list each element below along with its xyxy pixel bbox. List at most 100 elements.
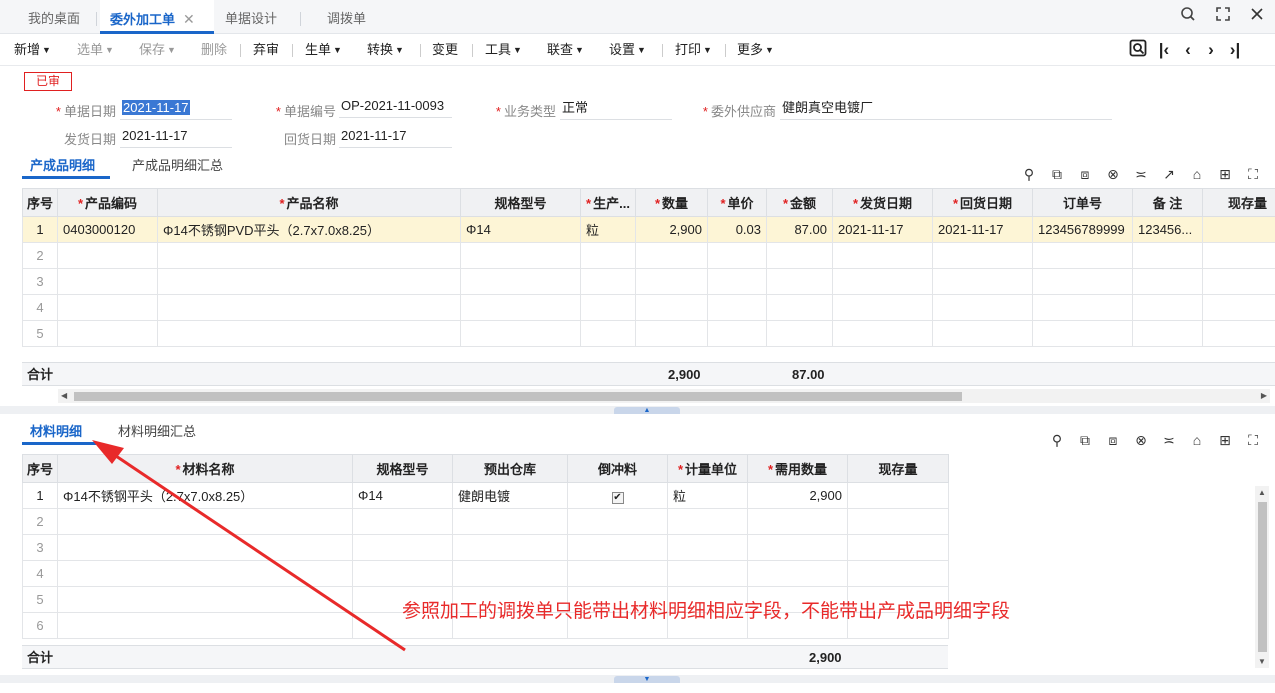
cell[interactable] <box>1032 242 1133 269</box>
cell-qty[interactable]: 2,900 <box>635 216 708 243</box>
cell[interactable] <box>832 320 933 347</box>
copy-row-icon[interactable]: ⧉ <box>1048 165 1066 183</box>
pane-splitter[interactable]: ▼ <box>0 675 1275 683</box>
doc-no-field[interactable]: OP-2021-11-0093 <box>339 96 452 118</box>
cell-price[interactable]: 0.03 <box>707 216 767 243</box>
cell[interactable] <box>766 320 833 347</box>
cell[interactable] <box>832 242 933 269</box>
scroll-thumb[interactable] <box>1258 502 1267 652</box>
print-button[interactable]: 打印 ▼ <box>675 34 712 66</box>
cell-stock[interactable] <box>1202 216 1275 243</box>
cell[interactable] <box>1032 268 1133 295</box>
cell[interactable] <box>452 508 568 535</box>
insert-column-icon[interactable]: ⊞ <box>1216 165 1234 183</box>
cell[interactable] <box>635 242 708 269</box>
cell[interactable] <box>1132 242 1203 269</box>
convert-button[interactable]: 转换 ▼ <box>367 34 404 66</box>
cell[interactable] <box>460 320 581 347</box>
cell[interactable] <box>635 268 708 295</box>
cell-unit[interactable]: 粒 <box>667 482 748 509</box>
cell[interactable] <box>567 534 668 561</box>
tab-material-detail[interactable]: 材料明细 <box>22 421 96 445</box>
export-icon[interactable]: ↗ <box>1160 165 1178 183</box>
close-icon[interactable] <box>1246 6 1268 28</box>
cell[interactable] <box>766 242 833 269</box>
col-spec[interactable]: 规格型号 <box>352 454 453 483</box>
more-button[interactable]: 更多 ▼ <box>737 34 774 66</box>
cell[interactable] <box>1132 320 1203 347</box>
cell[interactable] <box>932 294 1033 321</box>
cell[interactable] <box>57 268 158 295</box>
col-seq[interactable]: 序号 <box>22 188 58 217</box>
tab-doc-design[interactable]: 单据设计 <box>225 0 277 34</box>
cell[interactable] <box>847 560 949 587</box>
cell[interactable] <box>57 560 353 587</box>
cell[interactable] <box>57 612 353 639</box>
cell[interactable] <box>847 534 949 561</box>
col-product-name[interactable]: * 产品名称 <box>157 188 461 217</box>
change-button[interactable]: 变更 <box>432 34 458 66</box>
material-vscrollbar[interactable]: ▲ ▼ <box>1255 486 1269 668</box>
cell[interactable] <box>1202 320 1275 347</box>
cell[interactable] <box>1202 268 1275 295</box>
cell[interactable] <box>352 560 453 587</box>
col-material-name[interactable]: * 材料名称 <box>57 454 353 483</box>
col-warehouse[interactable]: 预出仓库 <box>452 454 568 483</box>
col-production[interactable]: * 生产... <box>580 188 636 217</box>
cell[interactable] <box>667 560 748 587</box>
copy-row-icon[interactable]: ⧉ <box>1076 431 1094 449</box>
tab-product-summary[interactable]: 产成品明细汇总 <box>132 155 223 179</box>
col-price[interactable]: * 单价 <box>707 188 767 217</box>
cell[interactable] <box>932 268 1033 295</box>
cell[interactable] <box>57 586 353 613</box>
cell[interactable] <box>707 320 767 347</box>
generate-button[interactable]: 生单 ▼ <box>305 34 342 66</box>
tab-product-detail[interactable]: 产成品明细 <box>22 155 110 179</box>
col-spec[interactable]: 规格型号 <box>460 188 581 217</box>
locate-icon[interactable] <box>1128 39 1148 61</box>
col-unit[interactable]: * 计量单位 <box>667 454 748 483</box>
cell-production[interactable]: 粒 <box>580 216 636 243</box>
table-row[interactable]: 4 <box>22 294 1275 321</box>
tab-transfer-order[interactable]: 调拨单 <box>327 0 366 34</box>
cell-product-code[interactable]: 0403000120 <box>57 216 158 243</box>
tab-my-desktop[interactable]: 我的桌面 <box>28 0 80 34</box>
cell[interactable] <box>932 242 1033 269</box>
paste-icon[interactable]: ⧈ <box>1076 165 1094 183</box>
cell-product-name[interactable]: Φ14不锈钢PVD平头（2.7x7.0x8.25） <box>157 216 461 243</box>
cell[interactable] <box>157 320 461 347</box>
cell-backflush[interactable]: ✔ <box>567 482 668 509</box>
cell[interactable] <box>667 534 748 561</box>
col-required-qty[interactable]: * 需用数量 <box>747 454 848 483</box>
cell[interactable] <box>1202 294 1275 321</box>
delete-button[interactable]: 删除 <box>201 34 227 66</box>
cell[interactable] <box>847 508 949 535</box>
tab-material-summary[interactable]: 材料明细汇总 <box>118 421 196 445</box>
cell[interactable] <box>707 268 767 295</box>
fullscreen-icon[interactable]: ⛶ <box>1244 165 1262 183</box>
query-button[interactable]: 联查 ▼ <box>547 34 584 66</box>
cell[interactable] <box>57 242 158 269</box>
save-button[interactable]: 保存 ▼ <box>139 34 176 66</box>
settings-button[interactable]: 设置 ▼ <box>609 34 646 66</box>
backflush-checkbox[interactable]: ✔ <box>611 491 624 504</box>
col-seq[interactable]: 序号 <box>22 454 58 483</box>
cell[interactable] <box>1132 268 1203 295</box>
cell[interactable] <box>580 242 636 269</box>
cell[interactable] <box>1132 294 1203 321</box>
col-order-no[interactable]: 订单号 <box>1032 188 1133 217</box>
cell[interactable] <box>460 268 581 295</box>
cell[interactable] <box>157 294 461 321</box>
splitter-handle[interactable]: ▼ <box>614 676 680 683</box>
cell[interactable] <box>832 268 933 295</box>
cell[interactable] <box>57 534 353 561</box>
cell[interactable] <box>567 560 668 587</box>
location-icon[interactable]: ⚲ <box>1020 165 1038 183</box>
cell[interactable] <box>747 534 848 561</box>
table-row[interactable]: 1 Φ14不锈钢平头（2.7x7.0x8.25） Φ14 健朗电镀 ✔ 粒 2,… <box>22 482 949 509</box>
cell[interactable] <box>352 508 453 535</box>
paste-icon[interactable]: ⧈ <box>1104 431 1122 449</box>
cell[interactable] <box>635 294 708 321</box>
fullscreen-icon[interactable] <box>1212 6 1234 28</box>
sort-icon[interactable]: ≍ <box>1160 431 1178 449</box>
